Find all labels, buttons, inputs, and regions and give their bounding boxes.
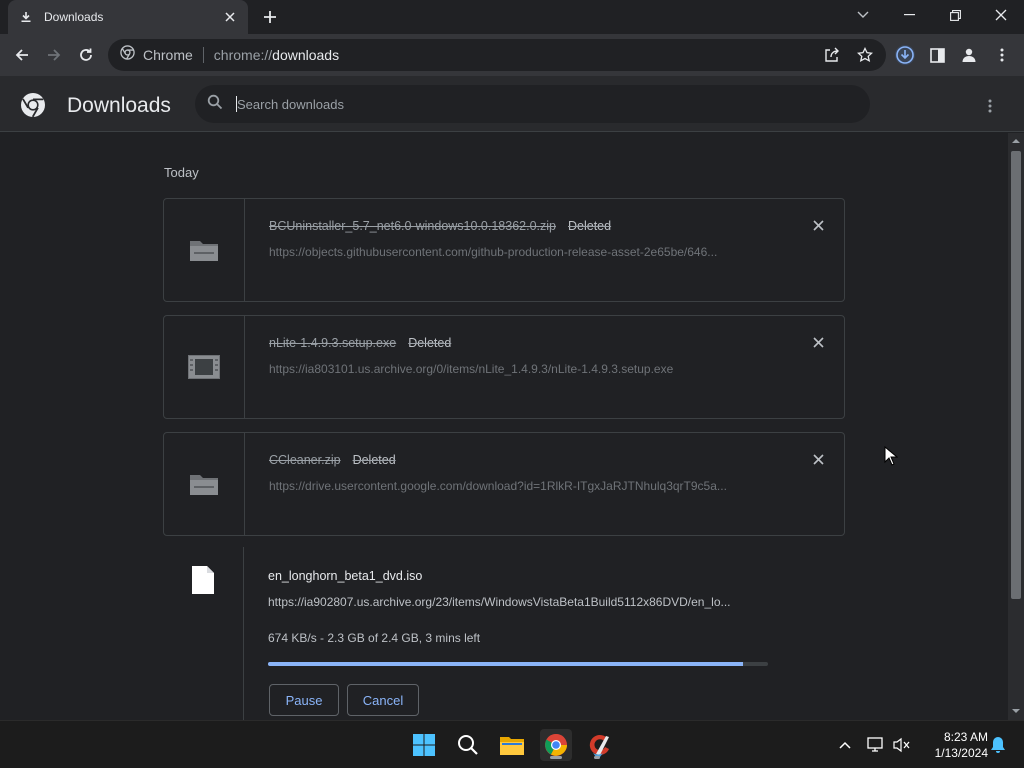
bookmark-star-icon[interactable] (855, 45, 875, 65)
file-name-text: BCUninstaller_5.7_net6.0-windows10.0.183… (269, 219, 556, 233)
new-tab-button[interactable] (260, 7, 280, 27)
exe-app-icon (164, 316, 245, 418)
url-scheme: chrome:// (213, 47, 273, 63)
file-url[interactable]: https://objects.githubusercontent.com/gi… (269, 245, 769, 259)
ccleaner-icon[interactable] (584, 729, 616, 761)
forward-button[interactable] (42, 43, 66, 67)
download-status: Deleted (568, 219, 612, 233)
tab-title: Downloads (44, 10, 104, 24)
active-app-indicator (550, 756, 562, 759)
clock-time: 8:23 AM (943, 730, 988, 744)
taskbar: 8:23 AM 1/13/2024 (0, 720, 1024, 768)
progress-text: 674 KB/s - 2.3 GB of 2.4 GB, 3 mins left (268, 631, 481, 645)
site-chip: Chrome (143, 47, 193, 63)
profile-icon[interactable] (957, 43, 981, 67)
url-host: downloads (272, 47, 340, 63)
download-item: CCleaner.zip Deleted https://drive.userco… (163, 432, 845, 536)
scrollbar-thumb[interactable] (1011, 151, 1021, 599)
mouse-cursor-icon (884, 446, 898, 466)
downloads-toolbar-icon[interactable] (893, 43, 917, 67)
downloads-header: Downloads (0, 76, 1024, 132)
search-icon (207, 94, 223, 115)
reload-button[interactable] (74, 43, 98, 67)
downloads-list: Today BCUninstaller_5.7_net6.0-windows10… (0, 133, 1008, 720)
search-downloads[interactable] (195, 85, 870, 123)
address-bar[interactable]: Chrome chrome://downloads (108, 39, 886, 71)
file-url[interactable]: https://ia902807.us.archive.org/23/items… (268, 595, 768, 609)
close-window-icon[interactable] (978, 0, 1024, 30)
file-name-text: CCleaner.zip (269, 453, 341, 467)
file-explorer-icon[interactable] (496, 729, 528, 761)
file-name[interactable]: en_longhorn_beta1_dvd.iso (268, 569, 422, 583)
toolbar: Chrome chrome://downloads (0, 34, 1024, 76)
chrome-logo-icon (20, 92, 46, 118)
restore-icon[interactable] (932, 0, 978, 30)
start-windows-icon[interactable] (408, 729, 440, 761)
file-url[interactable]: https://drive.usercontent.google.com/dow… (269, 479, 769, 493)
download-status: Deleted (408, 336, 452, 350)
chrome-taskbar-icon[interactable] (540, 729, 572, 761)
scrollbar[interactable] (1008, 133, 1024, 720)
clock-date: 1/13/2024 (934, 746, 988, 760)
remove-from-list-button[interactable] (810, 334, 826, 350)
download-item: BCUninstaller_5.7_net6.0-windows10.0.183… (163, 198, 845, 302)
file-url[interactable]: https://ia803101.us.archive.org/0/items/… (269, 362, 769, 376)
page-title: Downloads (67, 94, 171, 117)
date-heading: Today (164, 165, 199, 180)
scroll-up-icon[interactable] (1012, 137, 1020, 145)
close-tab-icon[interactable] (222, 9, 238, 25)
chrome-menu-icon[interactable] (990, 43, 1014, 67)
show-hidden-icons-icon[interactable] (835, 735, 855, 755)
minimize-icon[interactable] (886, 0, 932, 30)
side-panel-icon[interactable] (925, 43, 949, 67)
running-app-indicator (594, 756, 600, 759)
pause-button[interactable]: Pause (269, 684, 339, 716)
search-input[interactable] (237, 96, 837, 112)
network-icon[interactable] (866, 735, 886, 755)
download-item: nLite-1.4.9.3.setup.exe Deleted https://i… (163, 315, 845, 419)
tab-search-icon[interactable] (840, 0, 886, 30)
active-download-item: en_longhorn_beta1_dvd.iso https://ia9028… (163, 547, 845, 720)
system-clock[interactable]: 8:23 AM 1/13/2024 (920, 729, 988, 761)
remove-from-list-button[interactable] (810, 451, 826, 467)
remove-from-list-button[interactable] (810, 217, 826, 233)
zip-folder-icon (164, 199, 245, 301)
scroll-down-icon[interactable] (1012, 707, 1020, 715)
tab-strip: Downloads (0, 0, 1024, 34)
progress-bar (268, 662, 768, 666)
download-status: Deleted (352, 453, 396, 467)
download-icon (18, 9, 34, 25)
zip-folder-icon (164, 433, 245, 535)
omnibox-divider (202, 47, 204, 63)
taskbar-search-icon[interactable] (452, 729, 484, 761)
progress-bar-fill (268, 662, 743, 666)
file-icon (163, 547, 244, 720)
file-name[interactable]: nLite-1.4.9.3.setup.exe Deleted (269, 336, 451, 350)
tab-downloads[interactable]: Downloads (8, 0, 248, 34)
cancel-button[interactable]: Cancel (347, 684, 419, 716)
volume-muted-icon[interactable] (892, 735, 912, 755)
downloads-more-icon[interactable] (978, 94, 1002, 118)
back-button[interactable] (10, 43, 34, 67)
notification-bell-icon[interactable] (988, 735, 1008, 755)
file-name[interactable]: CCleaner.zip Deleted (269, 453, 396, 467)
chrome-site-icon (120, 45, 135, 65)
share-icon[interactable] (822, 45, 842, 65)
text-caret (236, 96, 237, 112)
url-text: chrome://downloads (214, 47, 339, 63)
file-name-text: nLite-1.4.9.3.setup.exe (269, 336, 397, 350)
file-name[interactable]: BCUninstaller_5.7_net6.0-windows10.0.183… (269, 219, 611, 233)
